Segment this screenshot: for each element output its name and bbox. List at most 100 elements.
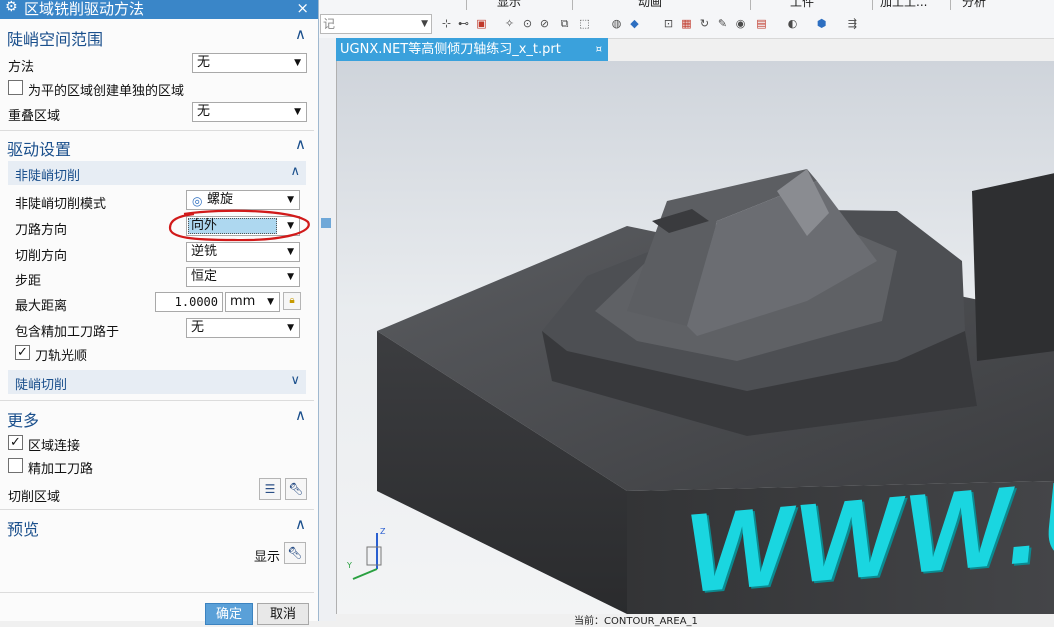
region-connect-checkbox[interactable]: ✓ [8, 435, 23, 450]
non-steep-mode-value: 螺旋 [207, 192, 234, 207]
collapse-icon[interactable]: ∧ [295, 515, 306, 533]
axis-y-label: Y [347, 561, 352, 570]
dialog-title-bar[interactable]: ⚙ 区域铣削驱动方法 × [0, 0, 318, 19]
right-block [972, 173, 1054, 361]
viewport-tab[interactable]: UGNX.NET等高侧倾刀轴练习_x_t.prt ¤ [336, 38, 608, 61]
stepover-label: 步距 [15, 274, 42, 289]
group-preview[interactable]: 预览 ∧ [0, 513, 314, 539]
subgroup-non-steep[interactable]: 非陡峭切削 ∧ [8, 161, 306, 185]
box-select-icon[interactable]: ⬚ [578, 17, 591, 30]
unit-value: mm [230, 294, 256, 309]
group-more[interactable]: 更多 ∧ [0, 404, 314, 430]
menu-separator [750, 0, 751, 10]
smooth-label: 刀轨光顺 [35, 349, 88, 364]
shade-icon[interactable]: ◍ [610, 17, 623, 30]
group-title: 更多 [7, 411, 40, 430]
collapse-icon[interactable]: ∧ [295, 406, 306, 424]
max-distance-input[interactable]: 1.0000 [155, 292, 223, 312]
non-steep-mode-select[interactable]: ◎ 螺旋 ▼ [186, 190, 300, 210]
finish-path-checkbox[interactable] [8, 458, 23, 473]
divider [0, 400, 314, 401]
stepover-select[interactable]: 恒定 ▼ [186, 267, 300, 287]
menu-analysis[interactable]: 分析 [962, 0, 986, 10]
resource-bar [318, 38, 337, 621]
non-steep-mode-label: 非陡峭切削模式 [15, 197, 107, 212]
annotation-circle [168, 209, 310, 242]
triad-icon [352, 533, 382, 580]
snap-icon[interactable]: ✧ [503, 17, 516, 30]
feature-icon[interactable]: ▣ [475, 17, 488, 30]
sphere-icon[interactable]: ◉ [734, 17, 747, 30]
status-text: 当前：CONTOUR_AREA_1 [574, 616, 698, 627]
smooth-checkbox[interactable]: ✓ [15, 345, 30, 360]
expand-icon[interactable]: ∨ [290, 373, 300, 388]
separate-regions-checkbox[interactable] [8, 80, 23, 95]
collapse-icon[interactable]: ∧ [295, 25, 306, 43]
finish-pass-label: 包含精加工刀路于 [15, 325, 120, 340]
group-drive-settings[interactable]: 驱动设置 ∧ [0, 133, 314, 159]
group-steep-space[interactable]: 陡峭空间范围 ∧ [0, 23, 314, 49]
subgroup-title: 非陡峭切削 [15, 169, 81, 184]
max-distance-unit-select[interactable]: mm ▼ [225, 292, 280, 312]
selection-filter-combo[interactable]: 记 ▼ [320, 14, 432, 34]
region-connect-label: 区域连接 [28, 439, 81, 454]
menu-animation[interactable]: 动画 [638, 0, 662, 10]
point-icon[interactable]: ⊙ [521, 17, 534, 30]
graphics-viewport[interactable]: Z Y WWW.U [336, 61, 1054, 614]
subgroup-title: 陡峭切削 [15, 378, 68, 393]
fit-icon[interactable]: ⊡ [662, 17, 675, 30]
close-icon[interactable]: × [296, 0, 309, 17]
cut-direction-select[interactable]: 逆铣 ▼ [186, 242, 300, 262]
brush-icon[interactable]: ✎ [716, 17, 729, 30]
max-distance-label: 最大距离 [15, 299, 68, 314]
finish-pass-select[interactable]: 无 ▼ [186, 318, 300, 338]
solid-icon[interactable]: ⬢ [815, 17, 828, 30]
divider [0, 592, 314, 593]
menu-display[interactable]: 显示 [497, 0, 521, 10]
menu-workpiece[interactable]: 工件 [790, 0, 814, 10]
chevron-down-icon: ▼ [287, 247, 294, 257]
chevron-down-icon: ▼ [287, 323, 294, 333]
axis-z-label: Z [380, 527, 386, 536]
group-title: 驱动设置 [7, 140, 72, 159]
cut-direction-value: 逆铣 [191, 244, 218, 259]
curve-icon[interactable]: ⊘ [538, 17, 551, 30]
list-icon[interactable]: ☰ [259, 478, 281, 500]
menu-machining[interactable]: 加工工... [880, 0, 927, 10]
collapse-icon[interactable]: ∧ [290, 164, 300, 179]
resource-bar-marker[interactable] [321, 218, 331, 228]
menu-separator [466, 0, 467, 10]
rotate-icon[interactable]: ↻ [698, 17, 711, 30]
cube-icon[interactable]: ◆ [628, 17, 641, 30]
overlap-select[interactable]: 无 ▼ [192, 102, 307, 122]
tab-close-icon[interactable]: ¤ [596, 38, 602, 61]
method-value: 无 [197, 55, 211, 70]
display-label: 显示 [254, 550, 281, 565]
zoom-icon[interactable]: ▦ [680, 17, 693, 30]
flashlight-icon[interactable]: 🔦︎ [284, 542, 306, 564]
subgroup-steep[interactable]: 陡峭切削 ∨ [8, 370, 306, 394]
select-icon[interactable]: ⊹ [440, 17, 453, 30]
method-select[interactable]: 无 ▼ [192, 53, 307, 73]
render-icon[interactable]: ◐ [786, 17, 799, 30]
finish-pass-value: 无 [191, 320, 205, 335]
status-bar: 当前：CONTOUR_AREA_1 [336, 614, 1054, 627]
filter-icon[interactable]: ⊷ [457, 17, 470, 30]
flashlight-icon[interactable]: 🔦︎ [285, 478, 307, 500]
ok-button[interactable]: 确定 [205, 603, 253, 625]
menu-bar: 显示 动画 工件 加工工... 分析 [320, 0, 1054, 10]
dialog-title: 区域铣削驱动方法 [24, 0, 145, 18]
chevron-down-icon: ▼ [294, 107, 301, 117]
table-icon[interactable]: ▤ [755, 17, 768, 30]
view-icon[interactable]: ⇶ [846, 17, 859, 30]
group-title: 陡峭空间范围 [7, 30, 104, 49]
divider [0, 509, 314, 510]
cancel-button[interactable]: 取消 [257, 603, 309, 625]
overlap-value: 无 [197, 104, 211, 119]
collapse-icon[interactable]: ∧ [295, 135, 306, 153]
menu-separator [950, 0, 951, 10]
viewport-tab-label: UGNX.NET等高侧倾刀轴练习_x_t.prt [340, 42, 561, 57]
stepover-value: 恒定 [191, 269, 218, 284]
lock-icon[interactable]: 🔒︎ [283, 292, 301, 310]
copy-icon[interactable]: ⧉ [558, 17, 571, 30]
